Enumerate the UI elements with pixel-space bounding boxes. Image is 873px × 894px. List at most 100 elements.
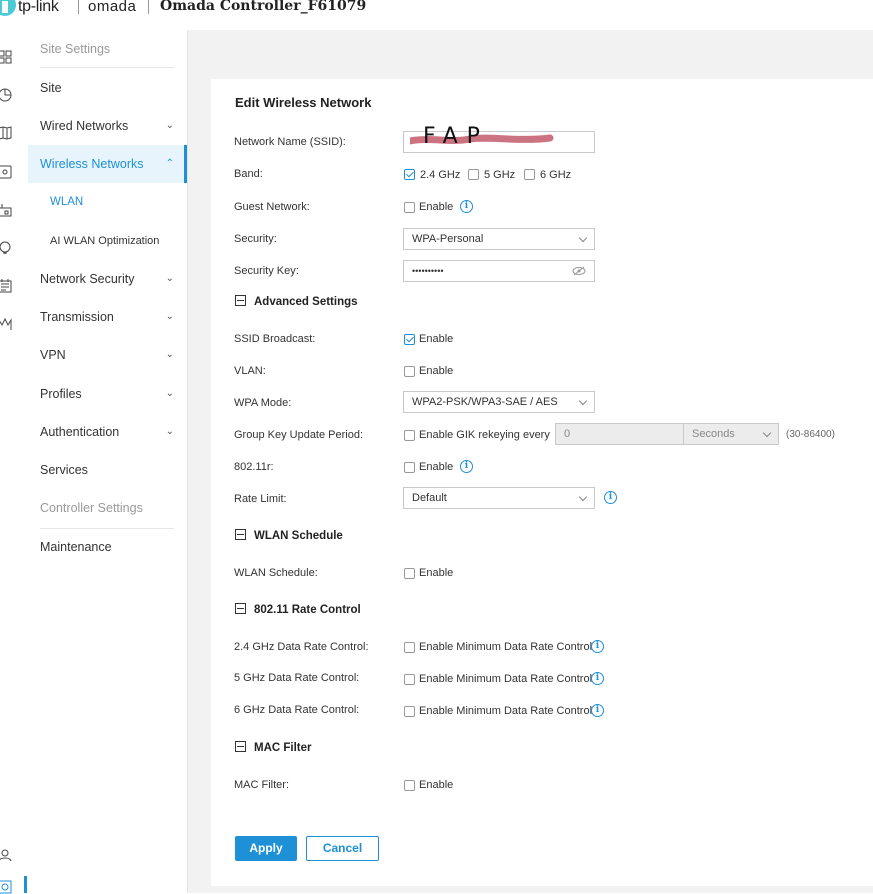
chevron-down-icon bbox=[578, 492, 588, 502]
sidebar-item-services[interactable]: Services bbox=[28, 451, 187, 489]
apply-button[interactable]: Apply bbox=[235, 836, 297, 861]
brand-omada: omada bbox=[88, 0, 137, 15]
rate-control-24-enable-label: Enable Minimum Data Rate Control bbox=[419, 641, 593, 653]
collapse-icon bbox=[235, 603, 246, 614]
sidebar-item-label: Wired Networks bbox=[40, 119, 129, 133]
80211r-label: 802.11r: bbox=[234, 461, 274, 473]
sidebar-item-authentication[interactable]: Authentication ⌄ bbox=[28, 413, 187, 451]
group-key-checkbox[interactable] bbox=[404, 430, 415, 441]
sidebar-item-label: VPN bbox=[40, 348, 66, 362]
security-key-label: Security Key: bbox=[234, 265, 299, 277]
band-5-checkbox[interactable] bbox=[468, 169, 479, 180]
sidebar-item-ai-wlan-optimization[interactable]: AI WLAN Optimization bbox=[28, 222, 187, 260]
band-24-label: 2.4 GHz bbox=[420, 169, 461, 181]
sidebar-item-vpn[interactable]: VPN ⌄ bbox=[28, 336, 187, 374]
sidebar-item-label: Network Security bbox=[40, 272, 135, 286]
tools-icon[interactable] bbox=[0, 317, 12, 331]
security-key-input[interactable]: •••••••••• bbox=[403, 260, 595, 282]
cancel-button[interactable]: Cancel bbox=[306, 836, 379, 861]
devices-icon[interactable] bbox=[0, 165, 12, 179]
vlan-label: VLAN: bbox=[234, 365, 266, 377]
sidebar-item-label: Services bbox=[40, 463, 88, 477]
ssid-broadcast-checkbox[interactable] bbox=[404, 334, 415, 345]
sidebar-item-maintenance[interactable]: Maintenance bbox=[28, 528, 187, 566]
clients-icon[interactable] bbox=[0, 203, 12, 217]
statistics-icon[interactable] bbox=[0, 88, 12, 102]
info-icon[interactable]: i bbox=[591, 704, 604, 717]
section-title: Advanced Settings bbox=[254, 296, 358, 308]
sidebar-item-label: WLAN bbox=[50, 196, 84, 208]
eye-off-icon[interactable] bbox=[572, 266, 586, 276]
mac-filter-enable-label: Enable bbox=[419, 779, 454, 791]
wpa-mode-select[interactable]: WPA2-PSK/WPA3-SAE / AES bbox=[403, 391, 595, 413]
80211r-checkbox[interactable] bbox=[404, 462, 415, 473]
sidebar-item-site[interactable]: Site bbox=[28, 69, 187, 107]
guest-network-label: Guest Network: bbox=[234, 201, 310, 213]
band-6-label: 6 GHz bbox=[540, 169, 572, 181]
sidebar-item-wlan[interactable]: WLAN bbox=[28, 183, 187, 221]
mac-filter-checkbox[interactable] bbox=[404, 780, 415, 791]
logs-icon[interactable] bbox=[0, 279, 12, 293]
wlan-schedule-label: WLAN Schedule: bbox=[234, 567, 318, 579]
mac-filter-section[interactable]: MAC Filter bbox=[235, 741, 312, 754]
info-icon[interactable]: i bbox=[604, 491, 617, 504]
chevron-down-icon: ⌄ bbox=[165, 120, 174, 131]
chevron-down-icon bbox=[578, 396, 588, 406]
brand-tplink: tp-link bbox=[18, 0, 59, 15]
section-title: WLAN Schedule bbox=[254, 530, 343, 542]
account-icon[interactable] bbox=[0, 848, 12, 862]
insight-icon[interactable] bbox=[0, 241, 12, 255]
band-6-checkbox[interactable] bbox=[524, 169, 535, 180]
info-icon[interactable]: i bbox=[591, 672, 604, 685]
sidebar-item-wireless-networks[interactable]: Wireless Networks ⌃ bbox=[28, 145, 187, 183]
settings-sidebar: Site Settings Site Wired Networks ⌄ Wirel… bbox=[28, 30, 188, 893]
guest-network-checkbox[interactable] bbox=[404, 202, 415, 213]
vlan-checkbox[interactable] bbox=[404, 366, 415, 377]
rate-limit-value: Default bbox=[412, 492, 447, 504]
section-title: 802.11 Rate Control bbox=[254, 604, 361, 616]
ssid-broadcast-enable-label: Enable bbox=[419, 333, 454, 345]
group-key-enable-label: Enable GIK rekeying every bbox=[419, 429, 550, 441]
dashboard-icon[interactable] bbox=[0, 50, 12, 64]
group-key-period-input[interactable]: 0 bbox=[555, 423, 684, 445]
settings-icon[interactable] bbox=[0, 880, 12, 894]
vlan-enable-label: Enable bbox=[419, 365, 454, 377]
security-value: WPA-Personal bbox=[412, 233, 484, 245]
info-icon[interactable]: i bbox=[591, 640, 604, 653]
controller-title: Omada Controller_F61079 bbox=[160, 0, 367, 14]
advanced-settings-section[interactable]: Advanced Settings bbox=[235, 295, 358, 308]
top-bar: tp-link omada Omada Controller_F61079 bbox=[0, 0, 873, 31]
edit-wireless-panel bbox=[211, 79, 873, 886]
chevron-down-icon: ⌄ bbox=[165, 311, 174, 322]
map-icon[interactable] bbox=[0, 126, 12, 140]
chevron-up-icon: ⌃ bbox=[165, 158, 174, 169]
sidebar-header-site-settings: Site Settings bbox=[40, 42, 111, 56]
ssid-broadcast-label: SSID Broadcast: bbox=[234, 333, 316, 345]
collapse-icon bbox=[235, 529, 246, 540]
sidebar-item-label: Site bbox=[40, 81, 62, 95]
rate-limit-select[interactable]: Default bbox=[403, 487, 595, 509]
wlan-schedule-section[interactable]: WLAN Schedule bbox=[235, 529, 343, 542]
group-key-unit-value: Seconds bbox=[692, 428, 735, 440]
band-24-checkbox[interactable] bbox=[404, 169, 415, 180]
rate-control-section[interactable]: 802.11 Rate Control bbox=[235, 603, 361, 616]
rate-control-6-checkbox[interactable] bbox=[404, 706, 415, 717]
ssid-label: Network Name (SSID): bbox=[234, 136, 346, 148]
sidebar-item-network-security[interactable]: Network Security ⌄ bbox=[28, 260, 187, 298]
group-key-unit-select[interactable]: Seconds bbox=[683, 423, 779, 445]
sidebar-item-label: Profiles bbox=[40, 387, 82, 401]
rate-control-24-checkbox[interactable] bbox=[404, 642, 415, 653]
wpa-mode-label: WPA Mode: bbox=[234, 397, 292, 409]
sidebar-item-profiles[interactable]: Profiles ⌄ bbox=[28, 375, 187, 413]
80211r-enable-label: Enable bbox=[419, 461, 454, 473]
sidebar-item-transmission[interactable]: Transmission ⌄ bbox=[28, 298, 187, 336]
security-select[interactable]: WPA-Personal bbox=[403, 228, 595, 250]
wlan-schedule-checkbox[interactable] bbox=[404, 568, 415, 579]
info-icon[interactable]: i bbox=[460, 460, 473, 473]
chevron-down-icon: ⌄ bbox=[165, 273, 174, 284]
section-title: MAC Filter bbox=[254, 742, 312, 754]
rate-control-5-checkbox[interactable] bbox=[404, 674, 415, 685]
sidebar-item-wired-networks[interactable]: Wired Networks ⌄ bbox=[28, 107, 187, 145]
info-icon[interactable]: i bbox=[460, 200, 473, 213]
rail-active-indicator bbox=[24, 876, 27, 893]
